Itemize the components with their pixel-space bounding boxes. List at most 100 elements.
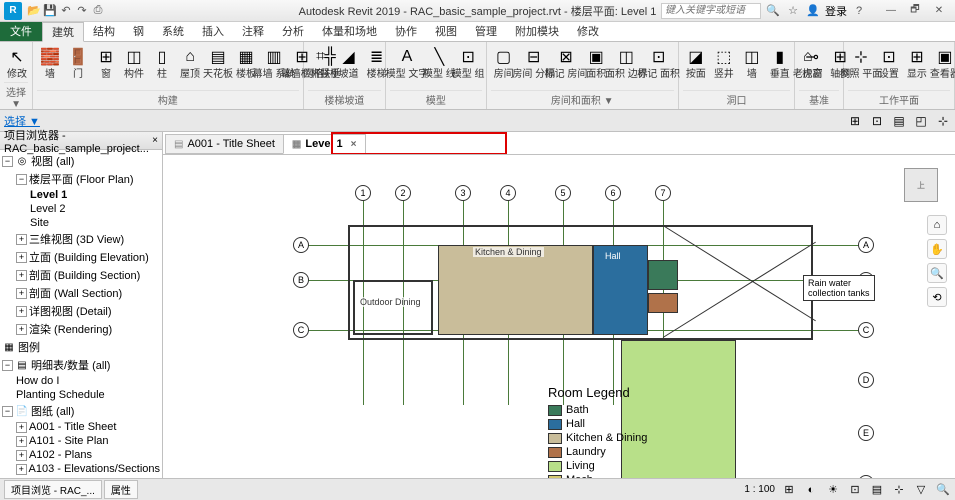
- help-icon[interactable]: ?: [851, 3, 867, 19]
- qat-save-icon[interactable]: 💾: [42, 3, 58, 19]
- sb-icon-5[interactable]: ▤: [869, 482, 885, 498]
- expand-icon[interactable]: +: [16, 436, 27, 447]
- tab-collaborate[interactable]: 协作: [386, 21, 426, 41]
- expand-icon[interactable]: −: [2, 406, 13, 417]
- modify-button[interactable]: ↖修改: [4, 44, 30, 82]
- sb-icon-2[interactable]: ◐: [803, 482, 819, 498]
- component-button[interactable]: ◫构件: [121, 44, 147, 82]
- opt-icon-1[interactable]: ⊞: [847, 113, 863, 129]
- set-button[interactable]: ⊡设置: [876, 44, 902, 82]
- doc-tab-level1[interactable]: ▦ Level 1 ×: [283, 134, 366, 154]
- expand-icon[interactable]: +: [16, 306, 27, 317]
- window-button[interactable]: ⊞窗: [93, 44, 119, 82]
- file-tab[interactable]: 文件: [0, 21, 42, 41]
- room-bath: [648, 260, 678, 290]
- area-tag-button[interactable]: ⊡标记 面积: [644, 44, 674, 82]
- opt-icon-2[interactable]: ⊡: [869, 113, 885, 129]
- expand-icon[interactable]: +: [16, 270, 27, 281]
- search-icon[interactable]: 🔍: [765, 3, 781, 19]
- browser-close-icon[interactable]: ×: [152, 135, 158, 146]
- show-button[interactable]: ⊞显示: [904, 44, 930, 82]
- sb-icon-1[interactable]: ⊞: [781, 482, 797, 498]
- view-cube[interactable]: 上: [897, 161, 945, 209]
- expand-icon[interactable]: +: [16, 450, 27, 461]
- tree-level1[interactable]: Level 1: [2, 188, 160, 202]
- sb-zoom-icon[interactable]: 🔍: [935, 482, 951, 498]
- ramp-button[interactable]: ◢坡道: [336, 44, 362, 82]
- restore-button[interactable]: 🗗: [903, 3, 927, 19]
- tree-site[interactable]: Site: [2, 216, 160, 230]
- browser-tree[interactable]: −◎视图 (all) −楼层平面 (Floor Plan) Level 1 Le…: [0, 150, 162, 478]
- model-text-button[interactable]: A模型 文字: [390, 44, 424, 82]
- tab-architecture[interactable]: 建筑: [42, 22, 84, 42]
- nav-home-icon[interactable]: ⌂: [927, 215, 947, 235]
- nav-pan-icon[interactable]: ✋: [927, 239, 947, 259]
- wall-opening-button[interactable]: ◫墙: [739, 44, 765, 82]
- close-button[interactable]: ✕: [927, 3, 951, 19]
- tab-insert[interactable]: 插入: [193, 21, 233, 41]
- railing-button[interactable]: ⌗栏杆扶手: [308, 44, 334, 82]
- tree-planting[interactable]: Planting Schedule: [2, 388, 160, 402]
- viewer-button[interactable]: ▣查看器: [932, 44, 955, 82]
- tab-systems[interactable]: 系统: [153, 21, 193, 41]
- tab-modify[interactable]: 修改: [568, 21, 608, 41]
- ref-plane-button[interactable]: ⊹参照 平面: [848, 44, 874, 82]
- expand-icon[interactable]: +: [16, 288, 27, 299]
- search-input[interactable]: [661, 3, 761, 19]
- shaft-button[interactable]: ⬚竖井: [711, 44, 737, 82]
- user-icon[interactable]: 👤: [805, 3, 821, 19]
- qat-redo-icon[interactable]: ↷: [74, 3, 90, 19]
- column-button[interactable]: ▯柱: [149, 44, 175, 82]
- tab-view[interactable]: 视图: [426, 21, 466, 41]
- statusbar-tab-properties[interactable]: 属性: [104, 480, 138, 499]
- roof-button[interactable]: ⌂屋顶: [177, 44, 203, 82]
- tab-manage[interactable]: 管理: [466, 21, 506, 41]
- qat-undo-icon[interactable]: ↶: [58, 3, 74, 19]
- expand-icon[interactable]: +: [16, 252, 27, 263]
- tab-massing[interactable]: 体量和场地: [313, 21, 386, 41]
- tree-howdoi[interactable]: How do I: [2, 374, 160, 388]
- by-face-button[interactable]: ◪按面: [683, 44, 709, 82]
- expand-icon[interactable]: −: [16, 174, 27, 185]
- opt-icon-3[interactable]: ▤: [891, 113, 907, 129]
- model-group-button[interactable]: ⊡模型 组: [455, 44, 482, 82]
- sb-icon-6[interactable]: ⊹: [891, 482, 907, 498]
- scale-label[interactable]: 1 : 100: [744, 484, 775, 495]
- statusbar-tab-browser[interactable]: 项目浏览 - RAC_...: [4, 480, 102, 499]
- sb-filter-icon[interactable]: ▽: [913, 482, 929, 498]
- room-tag-button[interactable]: ⊠标记 房间: [551, 44, 581, 82]
- expand-icon[interactable]: +: [16, 422, 27, 433]
- expand-icon[interactable]: −: [2, 360, 13, 371]
- expand-icon[interactable]: +: [16, 464, 27, 475]
- expand-icon[interactable]: −: [2, 156, 13, 167]
- wall-button[interactable]: 🧱墙: [37, 44, 63, 82]
- doc-tab-a001[interactable]: ▤ A001 - Title Sheet: [165, 134, 284, 154]
- sb-icon-4[interactable]: ⊡: [847, 482, 863, 498]
- level-button[interactable]: ⊸标高: [799, 44, 825, 82]
- nav-orbit-icon[interactable]: ⟲: [927, 287, 947, 307]
- ceiling-button[interactable]: ▤天花板: [205, 44, 231, 82]
- qat-print-icon[interactable]: ⎙: [90, 3, 106, 19]
- login-label[interactable]: 登录: [825, 3, 847, 19]
- tab-analyze[interactable]: 分析: [273, 21, 313, 41]
- drawing-canvas[interactable]: 上 ⌂ ✋ 🔍 ⟲ 1 2 3 4 5 6 7 A B C A: [163, 154, 955, 478]
- door-button[interactable]: 🚪门: [65, 44, 91, 82]
- model-line-button[interactable]: ╲模型 线: [426, 44, 453, 82]
- tab-annotate[interactable]: 注释: [233, 21, 273, 41]
- vertical-button[interactable]: ▮垂直: [767, 44, 793, 82]
- expand-icon[interactable]: +: [16, 478, 27, 479]
- opt-icon-4[interactable]: ◰: [913, 113, 929, 129]
- tab-close-icon[interactable]: ×: [351, 139, 357, 150]
- tab-structure[interactable]: 结构: [84, 21, 124, 41]
- expand-icon[interactable]: +: [16, 234, 27, 245]
- opt-icon-5[interactable]: ⊹: [935, 113, 951, 129]
- nav-zoom-icon[interactable]: 🔍: [927, 263, 947, 283]
- sb-icon-3[interactable]: ☀: [825, 482, 841, 498]
- minimize-button[interactable]: —: [879, 3, 903, 19]
- qat-open-icon[interactable]: 📂: [26, 3, 42, 19]
- tab-steel[interactable]: 钢: [124, 21, 153, 41]
- tab-addins[interactable]: 附加模块: [506, 21, 568, 41]
- expand-icon[interactable]: +: [16, 324, 27, 335]
- favorite-icon[interactable]: ☆: [785, 3, 801, 19]
- tree-level2[interactable]: Level 2: [2, 202, 160, 216]
